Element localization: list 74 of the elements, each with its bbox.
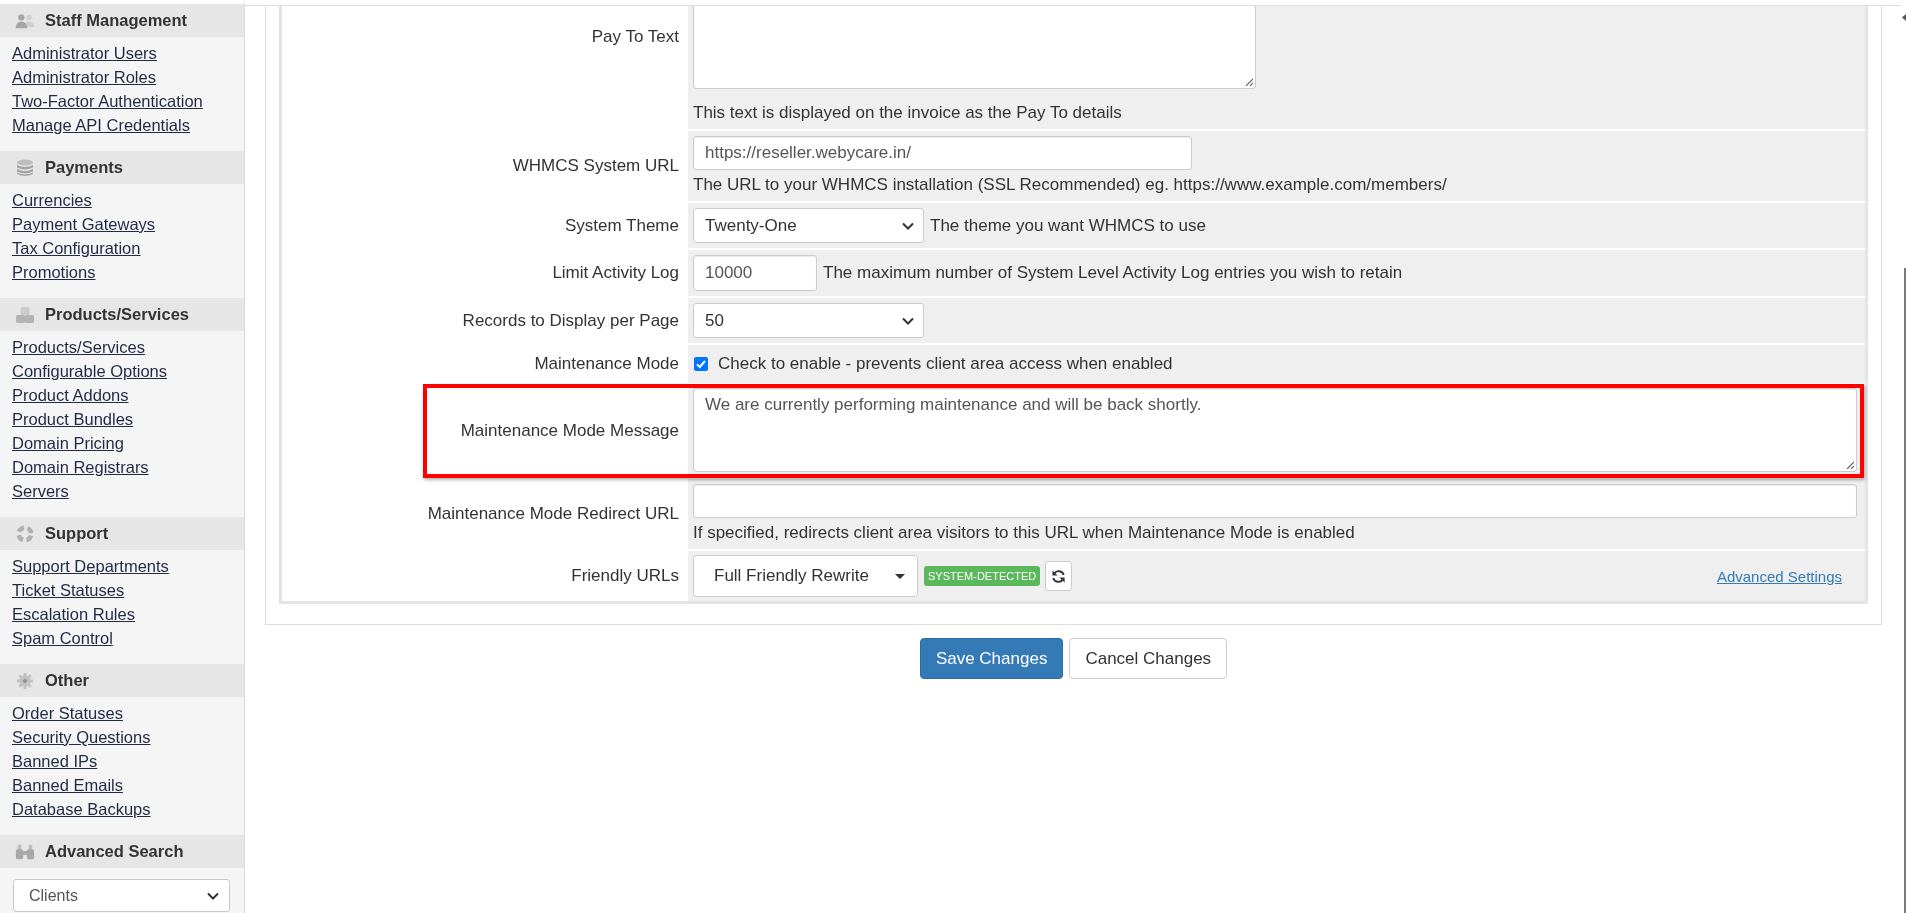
field-label: Records to Display per Page <box>462 310 679 331</box>
sidebar-link[interactable]: Product Bundles <box>12 407 134 431</box>
help-text: The maximum number of System Level Activity Log entries you wish to retain <box>823 262 1403 284</box>
section-title: Payments <box>45 158 123 177</box>
help-text: If specified, redirects client area visitors to this URL when Maintenance Mode is enabled <box>693 522 1355 544</box>
sidebar-link[interactable]: Configurable Options <box>12 359 167 383</box>
sidebar-link[interactable]: Escalation Rules <box>12 602 135 626</box>
sidebar-link[interactable]: Promotions <box>12 260 96 284</box>
field-label: Limit Activity Log <box>552 263 679 283</box>
section-title: Other <box>45 671 89 690</box>
chevron-down-icon <box>902 316 914 325</box>
status-badge: SYSTEM-DETECTED <box>924 566 1041 586</box>
sidebar-link[interactable]: Payment Gateways <box>12 212 156 236</box>
field-label: Maintenance Mode Redirect URL <box>427 504 679 524</box>
help-text: The URL to your WHMCS installation (SSL Recommended) eg. https://www.example.com/members/ <box>693 174 1447 196</box>
binoculars-icon <box>15 842 35 861</box>
field-label: WHMCS System URL <box>512 156 679 176</box>
coins-icon <box>15 158 35 177</box>
sidebar-link[interactable]: Administrator Users <box>12 41 157 65</box>
select-field[interactable]: 50 <box>693 303 924 338</box>
section-title: Advanced Search <box>45 842 184 861</box>
help-text: This text is displayed on the invoice as the Pay To details <box>693 102 1122 124</box>
field-label: Pay To Text <box>591 27 679 47</box>
sidebar-link[interactable]: Tax Configuration <box>12 236 141 260</box>
sidebar-link[interactable]: Database Backups <box>12 797 151 821</box>
section-title: Staff Management <box>45 11 188 30</box>
sidebar-link[interactable]: Currencies <box>12 188 92 212</box>
form-button[interactable]: Save Changes <box>919 638 1064 679</box>
users-icon <box>15 11 35 30</box>
sidebar-link[interactable]: Support Departments <box>12 554 169 578</box>
select-field[interactable]: Twenty-One <box>693 208 924 243</box>
checkbox[interactable] <box>694 357 708 371</box>
sidebar-link[interactable]: Product Addons <box>12 383 129 407</box>
help-text: The theme you want WHMCS to use <box>930 214 1206 237</box>
sidebar-link[interactable]: Domain Pricing <box>12 431 124 455</box>
field-label: Maintenance Mode Message <box>460 421 679 441</box>
gear-icon <box>15 671 35 690</box>
caret-icon <box>895 573 905 579</box>
sidebar-link[interactable]: Banned Emails <box>12 773 123 797</box>
checkbox-label[interactable]: Check to enable - prevents client area access when enabled <box>718 353 1173 375</box>
text-field[interactable]: 10000 <box>693 255 817 291</box>
sidebar-link[interactable]: Two-Factor Authentication <box>12 89 203 113</box>
text-field[interactable] <box>693 484 1857 518</box>
dropdown-button[interactable]: Full Friendly Rewrite <box>693 555 918 597</box>
sidebar-link[interactable]: Domain Registrars <box>12 455 149 479</box>
sidebar-link[interactable]: Servers <box>12 479 69 503</box>
refresh-button[interactable] <box>1045 561 1073 591</box>
sidebar-link[interactable]: Spam Control <box>12 626 113 650</box>
resize-grip-icon[interactable] <box>1846 461 1854 469</box>
sidebar-link[interactable]: Ticket Statuses <box>12 578 125 602</box>
text-field[interactable]: https://reseller.webycare.in/ <box>693 136 1192 170</box>
search-type-select[interactable]: Clients <box>13 879 230 912</box>
sidebar-link[interactable]: Security Questions <box>12 725 151 749</box>
refresh-icon <box>1051 568 1067 584</box>
chevron-down-icon <box>902 221 914 230</box>
field-label: System Theme <box>565 215 679 236</box>
section-title: Products/Services <box>45 305 189 324</box>
sidebar-link[interactable]: Manage API Credentials <box>12 113 190 137</box>
sidebar-link[interactable]: Order Statuses <box>12 701 123 725</box>
sidebar-link[interactable]: Products/Services <box>12 335 145 359</box>
scroll-arrow-icon[interactable] <box>1902 14 1906 21</box>
sidebar-link[interactable]: Banned IPs <box>12 749 98 773</box>
textarea-field[interactable]: We are currently performing maintenance and will be back shortly. <box>693 388 1857 472</box>
section-title: Support <box>45 524 109 543</box>
life-ring-icon <box>15 524 35 543</box>
resize-grip-icon[interactable] <box>1245 78 1253 86</box>
scrollbar-thumb[interactable] <box>1904 268 1906 913</box>
cubes-icon <box>15 305 35 324</box>
chevron-down-icon <box>207 891 219 900</box>
form-button[interactable]: Cancel Changes <box>1069 638 1228 679</box>
field-label: Friendly URLs <box>571 566 679 586</box>
advanced-settings-link[interactable]: Advanced Settings <box>1716 567 1842 585</box>
sidebar-link[interactable]: Administrator Roles <box>12 65 156 89</box>
field-label: Maintenance Mode <box>534 354 679 374</box>
